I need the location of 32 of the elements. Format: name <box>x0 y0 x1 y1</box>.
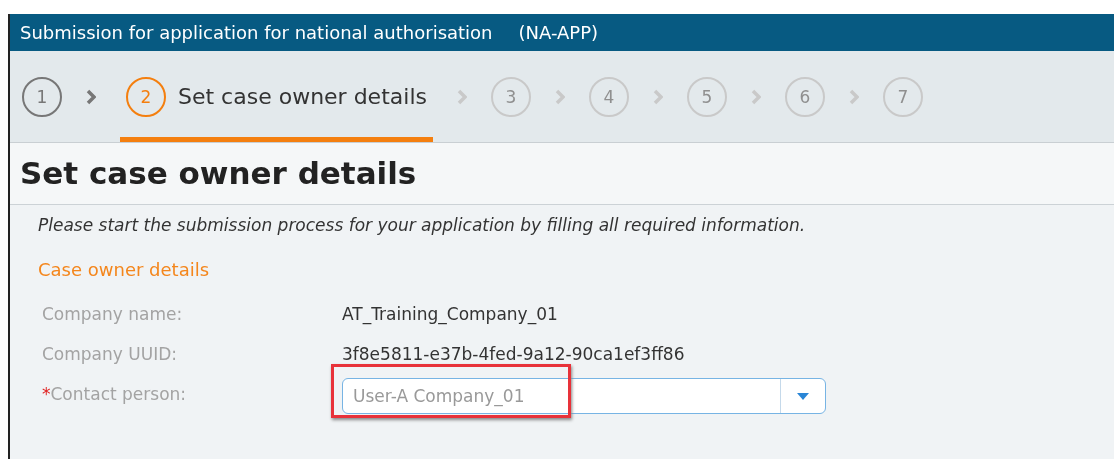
step-label: Set case owner details <box>178 84 427 109</box>
chevron-icon <box>652 88 663 105</box>
field-value: 3f8e5811-e37b-4fed-9a12-90ca1ef3ff86 <box>342 344 685 364</box>
step-tab[interactable]: 1 <box>22 51 62 142</box>
chevron-icon <box>456 88 467 105</box>
step-number: 2 <box>126 76 166 117</box>
step-number: 1 <box>22 76 62 117</box>
chevron-icon <box>848 88 859 105</box>
chevron-icon <box>750 88 761 105</box>
chevron-icon <box>86 88 96 105</box>
field-label: *Contact person: <box>42 384 188 404</box>
step-tab[interactable]: 4 <box>588 51 629 142</box>
window-code: (NA-APP) <box>518 22 599 43</box>
dropdown-arrow-icon[interactable] <box>797 392 809 400</box>
section-title: Case owner details <box>38 259 211 280</box>
contact-dropdown[interactable]: User-A Company_01 <box>342 378 826 414</box>
page-heading: Set case owner details <box>10 143 1114 205</box>
step-number: 4 <box>588 76 629 117</box>
window-title: Submission for application for national authorisation <box>20 22 493 43</box>
step-number: 6 <box>784 76 825 117</box>
step-tab[interactable]: 6 <box>784 51 825 142</box>
step-tab[interactable]: 3 <box>490 51 531 142</box>
step-tab[interactable]: 5 <box>686 51 727 142</box>
step-number: 3 <box>490 76 531 117</box>
field-value: AT_Training_Company_01 <box>342 304 558 324</box>
field-label: Company UUID: <box>42 344 178 364</box>
step-tab[interactable]: 7 <box>882 51 923 142</box>
chevron-icon <box>554 88 565 105</box>
step-number: 7 <box>882 76 923 117</box>
instruction-text: Please start the submission process for your application by filling all required information. <box>38 215 807 235</box>
step-number: 5 <box>686 76 727 117</box>
field-label: Company name: <box>42 304 184 324</box>
